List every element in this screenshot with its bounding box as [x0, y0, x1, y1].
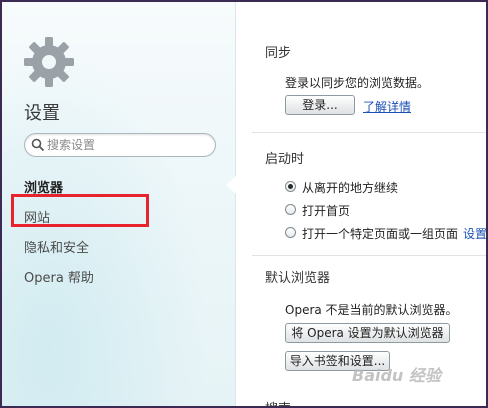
radio-label: 打开一个特定页面或一组页面	[302, 227, 459, 241]
sync-description: 登录以同步您的浏览数据。	[285, 76, 430, 90]
radio-label: 从离开的地方继续	[302, 181, 399, 195]
default-browser-status: Opera 不是当前的默认浏览器。	[285, 303, 458, 317]
annotation-highlight-box	[11, 194, 149, 227]
search-section-title: 搜索	[265, 398, 291, 406]
page-title: 设置	[24, 103, 60, 124]
settings-window: 设置 浏览器 网站 隐私和安全 Opera 帮助 同步 登录以同步您的浏览数据。…	[2, 2, 486, 406]
login-button[interactable]: 登录...	[285, 95, 355, 115]
radio-button[interactable]	[285, 181, 296, 192]
search-box[interactable]	[24, 133, 216, 157]
sync-section-title: 同步	[265, 46, 292, 61]
radio-button[interactable]	[285, 227, 296, 238]
sidebar-item-privacy-security[interactable]: 隐私和安全	[24, 237, 89, 256]
default-browser-section-title: 默认浏览器	[265, 271, 331, 286]
search-input[interactable]	[47, 136, 207, 154]
active-item-pointer	[226, 176, 236, 194]
search-icon	[31, 138, 45, 152]
baidu-watermark: Baidu 经验	[352, 366, 441, 385]
radio-label: 打开首页	[302, 204, 351, 218]
startup-section-title: 启动时	[265, 152, 305, 167]
radio-button[interactable]	[285, 204, 296, 215]
sidebar-item-opera-help[interactable]: Opera 帮助	[24, 267, 94, 286]
section-divider	[252, 132, 486, 133]
section-divider	[252, 255, 486, 256]
gear-icon	[24, 37, 74, 87]
learn-more-link[interactable]: 了解详情	[363, 98, 411, 115]
startup-pages-settings-link[interactable]: 设置	[463, 225, 486, 242]
set-default-browser-button[interactable]: 将 Opera 设置为默认浏览器	[285, 323, 450, 343]
settings-sidebar: 设置 浏览器 网站 隐私和安全 Opera 帮助	[2, 2, 236, 406]
